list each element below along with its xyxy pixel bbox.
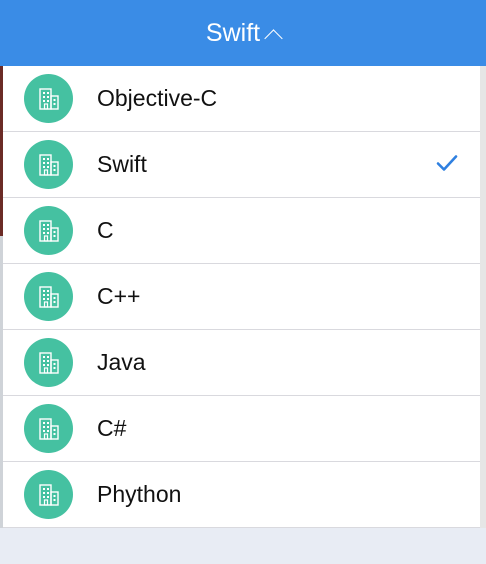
- list-item-label: Java: [97, 349, 146, 375]
- building-icon: [24, 470, 73, 519]
- building-icon: [24, 338, 73, 387]
- building-icon: [24, 140, 73, 189]
- background-page-edge: [480, 66, 486, 528]
- list-item-java[interactable]: Java: [3, 330, 480, 396]
- checkmark-icon: [436, 154, 458, 177]
- building-icon: [24, 404, 73, 453]
- option-list: Objective-C Swift C C++ Java C# Phython: [3, 66, 480, 528]
- list-item-csharp[interactable]: C#: [3, 396, 480, 462]
- list-item-c[interactable]: C: [3, 198, 480, 264]
- list-item-objective-c[interactable]: Objective-C: [3, 66, 480, 132]
- list-item-label: Swift: [97, 151, 147, 177]
- list-item-phython[interactable]: Phython: [3, 462, 480, 528]
- dropdown-title: Swift: [205, 18, 261, 47]
- list-item-cpp[interactable]: C++: [3, 264, 480, 330]
- list-item-swift[interactable]: Swift: [3, 132, 480, 198]
- list-footer: [3, 528, 480, 564]
- list-item-label: Objective-C: [97, 85, 218, 111]
- list-item-label: C#: [97, 415, 127, 441]
- list-item-label: C: [97, 217, 114, 243]
- list-item-label: C++: [97, 283, 141, 309]
- building-icon: [24, 272, 73, 321]
- dropdown-header[interactable]: Swift: [0, 0, 486, 66]
- building-icon: [24, 74, 73, 123]
- building-icon: [24, 206, 73, 255]
- list-item-label: Phython: [97, 481, 182, 507]
- chevron-up-icon[interactable]: [264, 28, 283, 48]
